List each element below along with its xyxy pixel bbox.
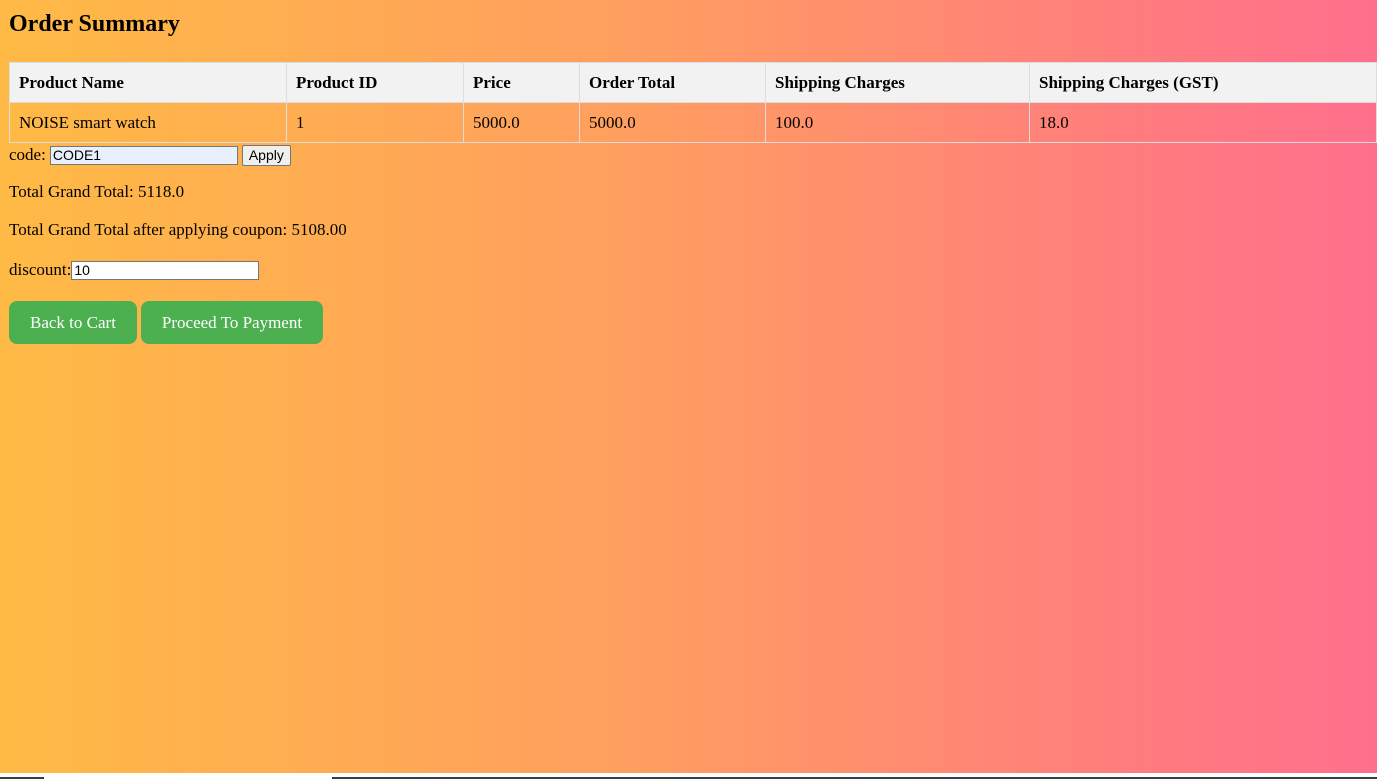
coupon-code-input[interactable]	[49, 145, 238, 165]
discount-input[interactable]	[71, 260, 260, 280]
order-summary-page: Order Summary Product Name Product ID Pr…	[0, 0, 1377, 344]
taskbar-strip	[0, 773, 1377, 779]
grand-total-after-coupon-text: Total Grand Total after applying coupon:…	[9, 220, 347, 239]
cell-product-name: NOISE smart watch	[9, 102, 287, 143]
grand-total-text: Total Grand Total: 5118.0	[9, 182, 185, 201]
action-buttons: Back to Cart Proceed To Payment	[9, 301, 1377, 344]
proceed-to-payment-button[interactable]: Proceed To Payment	[140, 301, 324, 344]
header-order-total: Order Total	[579, 62, 766, 103]
coupon-label: code:	[9, 145, 46, 164]
header-product-name: Product Name	[9, 62, 287, 103]
page-title: Order Summary	[9, 11, 180, 37]
header-product-id: Product ID	[286, 62, 464, 103]
table-row: NOISE smart watch 1 5000.0 5000.0 100.0 …	[9, 102, 1377, 143]
cell-order-total: 5000.0	[579, 102, 766, 143]
header-shipping-charges: Shipping Charges	[765, 62, 1030, 103]
discount-row: discount:	[9, 258, 1377, 282]
order-table: Product Name Product ID Price Order Tota…	[9, 62, 1377, 143]
cell-price: 5000.0	[463, 102, 580, 143]
back-to-cart-button[interactable]: Back to Cart	[9, 301, 137, 344]
table-header-row: Product Name Product ID Price Order Tota…	[9, 62, 1377, 103]
cell-shipping-charges: 100.0	[765, 102, 1030, 143]
coupon-row: code: Apply	[9, 143, 1377, 167]
cell-shipping-gst: 18.0	[1029, 102, 1377, 143]
apply-coupon-button[interactable]: Apply	[241, 144, 291, 166]
header-price: Price	[463, 62, 580, 103]
cell-product-id: 1	[286, 102, 464, 143]
header-shipping-gst: Shipping Charges (GST)	[1029, 62, 1377, 103]
discount-label: discount:	[9, 260, 72, 279]
